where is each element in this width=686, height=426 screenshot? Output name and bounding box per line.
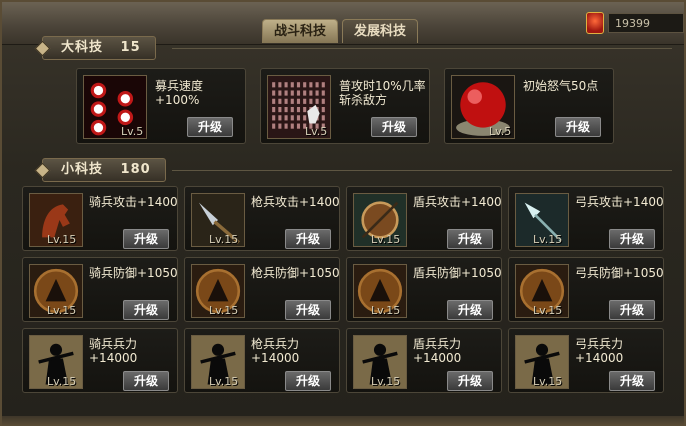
big-tech-count: 15 bbox=[120, 40, 141, 55]
small-tech-header: 小科技 180 bbox=[34, 158, 166, 182]
upgrade-button[interactable]: 升级 bbox=[123, 371, 169, 391]
tech-tabs: 战斗科技 发展科技 bbox=[262, 19, 418, 43]
tech-description: 弓兵防御+1050 bbox=[575, 266, 664, 280]
upgrade-button[interactable]: 升级 bbox=[609, 300, 655, 320]
level-label: Lv.15 bbox=[533, 304, 563, 317]
small-tech-count: 180 bbox=[120, 162, 151, 177]
tech-card: Lv.15 弓兵防御+1050 升级 bbox=[508, 257, 664, 322]
tech-card: Lv.15 弓兵兵力 +14000 升级 bbox=[508, 328, 664, 393]
upgrade-button[interactable]: 升级 bbox=[187, 117, 233, 137]
upgrade-button[interactable]: 升级 bbox=[447, 229, 493, 249]
tech-description: 弓兵攻击+1400 bbox=[575, 195, 664, 209]
tech-card: Lv.5 募兵速度 +100% 升级 bbox=[76, 68, 246, 144]
tech-description: 普攻时10%几率 bbox=[339, 79, 426, 93]
tech-card: Lv.15 枪兵攻击+1400 升级 bbox=[184, 186, 340, 251]
tech-card: Lv.15 盾兵攻击+1400 升级 bbox=[346, 186, 502, 251]
bottom-bar bbox=[2, 416, 684, 426]
tech-card: Lv.15 骑兵兵力 +14000 升级 bbox=[22, 328, 178, 393]
big-tech-label: 大科技 bbox=[61, 40, 104, 55]
tech-card: Lv.15 弓兵攻击+1400 升级 bbox=[508, 186, 664, 251]
upgrade-button[interactable]: 升级 bbox=[447, 371, 493, 391]
level-label: Lv.15 bbox=[47, 375, 77, 388]
gold-display: 19399 bbox=[586, 12, 684, 34]
tech-description: 弓兵兵力 bbox=[575, 337, 624, 351]
tech-card: Lv.15 盾兵防御+1050 升级 bbox=[346, 257, 502, 322]
tech-description: 募兵速度 bbox=[155, 79, 204, 93]
diamond-icon bbox=[34, 162, 51, 179]
tech-description-value: +14000 bbox=[413, 351, 462, 365]
level-label: Lv.5 bbox=[121, 125, 144, 138]
level-label: Lv.15 bbox=[371, 233, 401, 246]
big-tech-header: 大科技 15 bbox=[34, 36, 156, 60]
tech-card: Lv.15 枪兵防御+1050 升级 bbox=[184, 257, 340, 322]
tech-window: 战斗科技 发展科技 19399 大科技 15 Lv.5 募兵速度 +100% 升级 Lv… bbox=[0, 0, 686, 426]
tech-card: Lv.15 盾兵兵力 +14000 升级 bbox=[346, 328, 502, 393]
level-label: Lv.15 bbox=[371, 304, 401, 317]
level-label: Lv.15 bbox=[209, 375, 239, 388]
level-label: Lv.5 bbox=[305, 125, 328, 138]
upgrade-button[interactable]: 升级 bbox=[555, 117, 601, 137]
level-label: Lv.15 bbox=[533, 375, 563, 388]
tech-description: 盾兵兵力 bbox=[413, 337, 462, 351]
small-tech-label: 小科技 bbox=[61, 162, 104, 177]
tech-card: Lv.15 骑兵攻击+1400 升级 bbox=[22, 186, 178, 251]
upgrade-button[interactable]: 升级 bbox=[447, 300, 493, 320]
upgrade-button[interactable]: 升级 bbox=[285, 229, 331, 249]
tab-development-tech[interactable]: 发展科技 bbox=[342, 19, 418, 43]
tech-description: 盾兵防御+1050 bbox=[413, 266, 502, 280]
divider bbox=[172, 170, 672, 171]
tech-card: Lv.15 枪兵兵力 +14000 升级 bbox=[184, 328, 340, 393]
tech-description: 骑兵防御+1050 bbox=[89, 266, 178, 280]
gold-amount: 19399 bbox=[608, 13, 684, 33]
divider bbox=[172, 48, 672, 49]
tech-description-value: 斩杀敌方 bbox=[339, 93, 388, 107]
tech-card: Lv.5 初始怒气50点升级 bbox=[444, 68, 614, 144]
tech-description-value: +14000 bbox=[89, 351, 138, 365]
tech-description-value: +14000 bbox=[575, 351, 624, 365]
level-label: Lv.15 bbox=[533, 233, 563, 246]
level-label: Lv.15 bbox=[209, 304, 239, 317]
tech-description: 骑兵攻击+1400 bbox=[89, 195, 178, 209]
tech-card: Lv.5 普攻时10%几率 斩杀敌方升级 bbox=[260, 68, 430, 144]
tech-description: 初始怒气50点 bbox=[523, 79, 599, 93]
tech-description: 枪兵防御+1050 bbox=[251, 266, 340, 280]
upgrade-button[interactable]: 升级 bbox=[371, 117, 417, 137]
upgrade-button[interactable]: 升级 bbox=[285, 300, 331, 320]
level-label: Lv.15 bbox=[47, 304, 77, 317]
tech-description: 枪兵兵力 bbox=[251, 337, 300, 351]
tech-description-value: +100% bbox=[155, 93, 200, 107]
tech-description: 盾兵攻击+1400 bbox=[413, 195, 502, 209]
level-label: Lv.15 bbox=[47, 233, 77, 246]
tech-card: Lv.15 骑兵防御+1050 升级 bbox=[22, 257, 178, 322]
tech-description: 枪兵攻击+1400 bbox=[251, 195, 340, 209]
tech-description-value: +14000 bbox=[251, 351, 300, 365]
upgrade-button[interactable]: 升级 bbox=[123, 229, 169, 249]
upgrade-button[interactable]: 升级 bbox=[285, 371, 331, 391]
upgrade-button[interactable]: 升级 bbox=[609, 229, 655, 249]
upgrade-button[interactable]: 升级 bbox=[609, 371, 655, 391]
level-label: Lv.15 bbox=[209, 233, 239, 246]
level-label: Lv.15 bbox=[371, 375, 401, 388]
tech-description: 骑兵兵力 bbox=[89, 337, 138, 351]
level-label: Lv.5 bbox=[489, 125, 512, 138]
gold-ingot-icon bbox=[586, 12, 604, 34]
upgrade-button[interactable]: 升级 bbox=[123, 300, 169, 320]
tab-combat-tech[interactable]: 战斗科技 bbox=[262, 19, 338, 43]
